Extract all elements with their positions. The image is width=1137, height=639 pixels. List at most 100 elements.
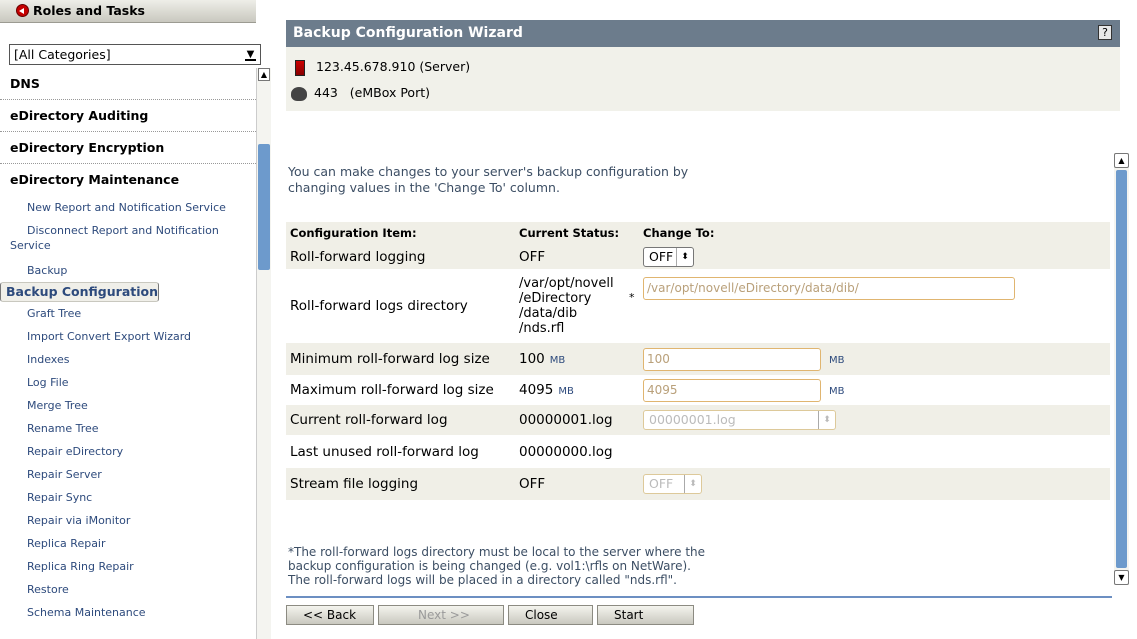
task-backup-configuration[interactable]: Backup Configuration bbox=[0, 282, 160, 302]
embox-port-icon bbox=[291, 86, 307, 101]
close-button-label: Close bbox=[525, 608, 558, 622]
task-disconnect-report-service[interactable]: Disconnect Report and Notification Servi… bbox=[0, 219, 256, 259]
scroll-up-icon[interactable]: ▲ bbox=[258, 68, 270, 81]
sidebar-scrollbar[interactable]: ▲ bbox=[256, 68, 271, 639]
task-log-file[interactable]: Log File bbox=[0, 371, 256, 394]
select-value: 00000001.log bbox=[649, 412, 736, 427]
task-replica-ring-repair[interactable]: Replica Ring Repair bbox=[0, 555, 256, 578]
select-arrows-icon: ⬍ bbox=[684, 475, 701, 493]
task-disconnect-label-1: Disconnect Report and Notification bbox=[27, 224, 219, 237]
task-disconnect-label-2: Service bbox=[10, 239, 51, 252]
roles-tasks-title: Roles and Tasks bbox=[33, 3, 145, 18]
table-row: Current roll-forward log 00000001.log 00… bbox=[286, 405, 1110, 435]
back-button-label: << Back bbox=[303, 608, 357, 622]
table-row: Roll-forward logging OFF OFF ⬍ bbox=[286, 244, 1110, 269]
start-button[interactable]: Start bbox=[597, 605, 694, 625]
task-import-convert-export[interactable]: Import Convert Export Wizard bbox=[0, 325, 256, 348]
category-edirectory-encryption[interactable]: eDirectory Encryption bbox=[0, 132, 256, 164]
footnote: *The roll-forward logs directory must be… bbox=[288, 545, 758, 587]
footer-divider bbox=[286, 596, 1112, 598]
content-scroll-thumb[interactable] bbox=[1116, 170, 1127, 568]
back-button[interactable]: << Back bbox=[286, 605, 374, 625]
wizard-title: Backup Configuration Wizard bbox=[293, 25, 523, 41]
row-status-value: OFF bbox=[519, 476, 546, 492]
select-arrows-icon: ⬍ bbox=[818, 411, 835, 429]
wizard-title-bar: Backup Configuration Wizard ? bbox=[286, 20, 1120, 47]
scroll-down-icon[interactable]: ▼ bbox=[1114, 570, 1129, 585]
max-log-size-input[interactable]: 4095 bbox=[643, 378, 821, 402]
server-icon bbox=[295, 59, 305, 76]
status-unit: MB bbox=[558, 386, 574, 397]
logs-directory-input[interactable]: /var/opt/novell/eDirectory/data/dib/ bbox=[643, 277, 1015, 300]
chevron-down-icon[interactable]: ▼ bbox=[243, 47, 258, 62]
row-item-label: Last unused roll-forward log bbox=[290, 443, 479, 460]
task-list: DNS eDirectory Auditing eDirectory Encry… bbox=[0, 68, 256, 639]
category-select[interactable]: [All Categories] ▼ bbox=[9, 44, 261, 65]
row-item-label: Roll-forward logs directory bbox=[290, 298, 468, 314]
task-repair-edirectory[interactable]: Repair eDirectory bbox=[0, 440, 256, 463]
status-unit: MB bbox=[549, 355, 566, 366]
footnote-line-3: The roll-forward logs will be placed in … bbox=[288, 573, 677, 587]
content-scrollbar[interactable]: ▲ ▼ bbox=[1114, 153, 1129, 585]
category-edirectory-auditing[interactable]: eDirectory Auditing bbox=[0, 100, 256, 132]
category-dns[interactable]: DNS bbox=[0, 68, 256, 100]
row-item-label: Stream file logging bbox=[290, 476, 419, 492]
status-line: /eDirectory bbox=[519, 291, 592, 306]
stream-file-logging-select[interactable]: OFF ⬍ bbox=[643, 474, 702, 494]
header-current-status: Current Status: bbox=[519, 226, 620, 240]
task-indexes[interactable]: Indexes bbox=[0, 348, 256, 371]
table-row: Minimum roll-forward log size 100 MB 100 M… bbox=[286, 343, 1110, 375]
header-change-to: Change To: bbox=[643, 226, 715, 240]
row-status-value: 00000001.log bbox=[519, 412, 613, 428]
input-unit: MB bbox=[829, 355, 845, 366]
input-unit: MB bbox=[829, 386, 845, 397]
task-new-report-service[interactable]: New Report and Notification Service bbox=[0, 196, 256, 219]
collapse-pane-icon[interactable] bbox=[16, 4, 29, 17]
intro-line-1: You can make changes to your server's ba… bbox=[288, 164, 689, 179]
task-restore[interactable]: Restore bbox=[0, 578, 256, 601]
close-button[interactable]: Close bbox=[508, 605, 593, 625]
task-repair-sync[interactable]: Repair Sync bbox=[0, 486, 256, 509]
row-status-value: /var/opt/novell /eDirectory /data/dib /n… bbox=[515, 269, 643, 343]
current-log-select[interactable]: 00000001.log ⬍ bbox=[643, 410, 836, 430]
start-button-label: Start bbox=[614, 608, 644, 622]
help-icon[interactable]: ? bbox=[1098, 25, 1112, 40]
task-schema-maintenance[interactable]: Schema Maintenance bbox=[0, 601, 256, 624]
scroll-up-icon[interactable]: ▲ bbox=[1114, 153, 1129, 168]
next-button-label: Next >> bbox=[418, 608, 470, 622]
task-rename-tree[interactable]: Rename Tree bbox=[0, 417, 256, 440]
select-value: OFF bbox=[649, 248, 674, 264]
next-button[interactable]: Next >> bbox=[378, 605, 504, 625]
sidebar-scroll-thumb[interactable] bbox=[258, 144, 270, 270]
port-value: 443 bbox=[314, 85, 338, 100]
task-merge-tree[interactable]: Merge Tree bbox=[0, 394, 256, 417]
server-address: 123.45.678.910 (Server) bbox=[316, 59, 471, 74]
port-label: (eMBox Port) bbox=[349, 85, 430, 100]
roll-forward-logging-select[interactable]: OFF ⬍ bbox=[643, 246, 694, 267]
min-log-size-input[interactable]: 100 bbox=[643, 347, 821, 371]
table-row: Roll-forward logs directory /var/opt/nov… bbox=[286, 269, 1110, 343]
category-edirectory-maintenance[interactable]: eDirectory Maintenance bbox=[0, 164, 256, 196]
status-line: /nds.rfl bbox=[519, 321, 565, 336]
roles-tasks-pane: Roles and Tasks [All Categories] ▼ DNS e… bbox=[0, 0, 272, 639]
required-marker: * bbox=[629, 291, 635, 304]
task-backup[interactable]: Backup bbox=[0, 259, 256, 282]
status-number: 100 bbox=[519, 351, 545, 367]
intro-line-2: changing values in the 'Change To' colum… bbox=[288, 180, 560, 195]
task-replica-repair[interactable]: Replica Repair bbox=[0, 532, 256, 555]
task-repair-via-imonitor[interactable]: Repair via iMonitor bbox=[0, 509, 256, 532]
server-info: 123.45.678.910 (Server) 443 (eMBox Port) bbox=[286, 47, 1120, 111]
task-repair-server[interactable]: Repair Server bbox=[0, 463, 256, 486]
row-item-label: Minimum roll-forward log size bbox=[290, 351, 490, 367]
row-status-value: OFF bbox=[519, 248, 546, 265]
row-item-label: Roll-forward logging bbox=[290, 248, 426, 265]
status-number: 4095 bbox=[519, 382, 554, 398]
task-graft-tree[interactable]: Graft Tree bbox=[0, 302, 256, 325]
roles-tasks-header[interactable]: Roles and Tasks bbox=[0, 0, 256, 23]
row-status-value: 4095 MB bbox=[515, 375, 643, 405]
port-row: 443 (eMBox Port) bbox=[291, 85, 430, 101]
table-header-row: Configuration Item: Current Status: Chan… bbox=[286, 222, 1110, 244]
server-row: 123.45.678.910 (Server) bbox=[291, 59, 470, 76]
category-select-value: [All Categories] bbox=[14, 47, 111, 62]
table-row: Stream file logging OFF OFF ⬍ bbox=[286, 468, 1110, 500]
